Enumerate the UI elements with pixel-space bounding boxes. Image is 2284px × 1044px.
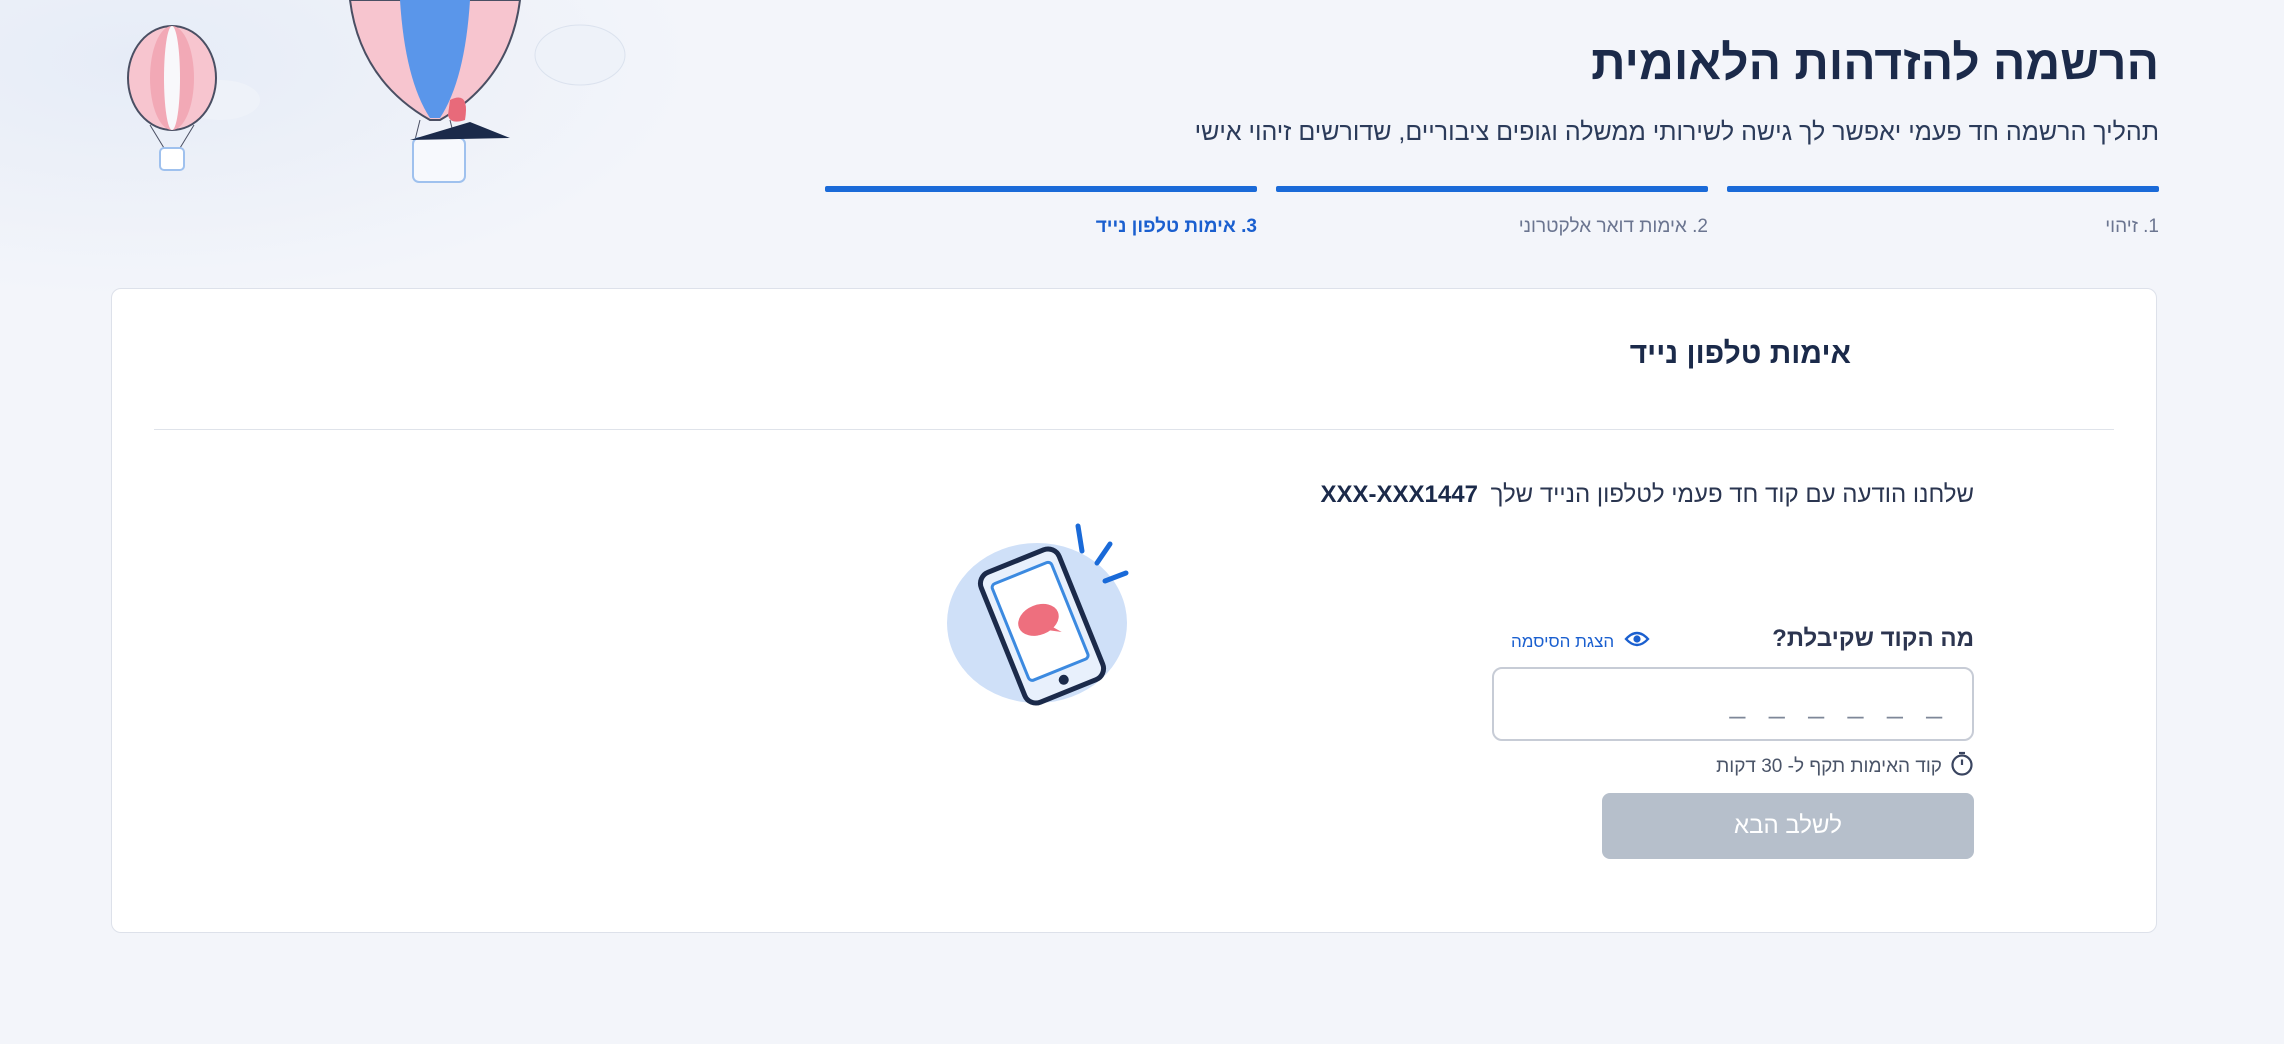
- step-progress-bar: [825, 186, 1257, 192]
- message-text: שלחנו הודעה עם קוד חד פעמי לטלפון הנייד …: [1490, 481, 1974, 508]
- show-password-toggle[interactable]: הצגת הסיסמה: [1511, 629, 1650, 654]
- step-identification: 1. זיהוי: [1727, 186, 2159, 238]
- verification-code-input[interactable]: [1492, 667, 1974, 741]
- step-phone-verification: 3. אימות טלפון נייד: [825, 186, 1257, 238]
- step-progress-bar: [1727, 186, 2159, 192]
- hot-air-balloons-icon: [127, 0, 626, 183]
- next-step-button[interactable]: לשלב הבא: [1602, 793, 1974, 859]
- sent-code-message: שלחנו הודעה עם קוד חד פעמי לטלפון הנייד …: [1321, 481, 1974, 509]
- step-label: 2. אימות דואר אלקטרוני: [1518, 216, 1708, 237]
- eye-icon: [1624, 629, 1650, 654]
- step-label: 1. זיהוי: [2105, 216, 2159, 237]
- stopwatch-icon: [1950, 751, 1974, 783]
- page-subtitle: תהליך הרשמה חד פעמי יאפשר לך גישה לשירות…: [1194, 118, 2159, 146]
- step-progress-bar: [1276, 186, 1708, 192]
- show-password-label: הצגת הסיסמה: [1511, 631, 1615, 651]
- divider: [154, 429, 2114, 430]
- phone-message-illustration-icon: [947, 523, 1129, 706]
- code-field-label: מה הקוד שקיבלת?: [1772, 625, 1974, 652]
- card-title: אימות טלפון נייד: [1629, 337, 1851, 370]
- phone-verification-card: אימות טלפון נייד שלחנו הודעה עם קוד חד פ…: [111, 288, 2157, 933]
- code-validity-note: קוד האימות תקף ל- 30 דקות: [1716, 751, 1974, 783]
- masked-phone-number: XXX-XXX1447: [1320, 481, 1478, 508]
- progress-stepper: 1. זיהוי 2. אימות דואר אלקטרוני 3. אימות…: [825, 186, 2159, 246]
- step-label: 3. אימות טלפון נייד: [1095, 216, 1257, 237]
- step-email-verification: 2. אימות דואר אלקטרוני: [1276, 186, 1708, 238]
- validity-text: קוד האימות תקף ל- 30 דקות: [1716, 756, 1942, 777]
- page-title: הרשמה להזדהות הלאומית: [1591, 37, 2159, 90]
